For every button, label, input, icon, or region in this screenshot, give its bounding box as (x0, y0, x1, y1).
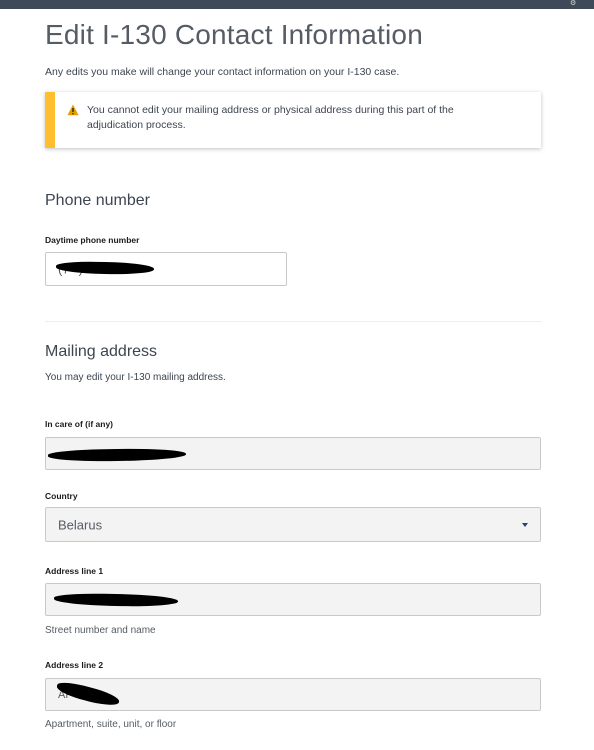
page-subtitle: Any edits you make will change your cont… (45, 66, 400, 78)
mailing-heading: Mailing address (45, 343, 158, 360)
alert-message: You cannot edit your mailing address or … (87, 104, 454, 131)
chevron-down-icon (522, 522, 528, 527)
address-line-2-label: Address line 2 (45, 660, 104, 670)
address-line-2-hint: Apartment, suite, unit, or floor (45, 719, 177, 730)
in-care-of-input[interactable] (45, 437, 541, 470)
country-value: Belarus (58, 517, 103, 532)
address-line-2-input[interactable]: AP (45, 678, 541, 711)
country-select[interactable]: Belarus (45, 507, 541, 542)
top-bar: ⚙ (0, 0, 594, 9)
mailing-description: You may edit your I-130 mailing address. (45, 372, 226, 383)
warning-icon (67, 104, 79, 116)
redaction-mark (53, 592, 179, 608)
page-title: Edit I-130 Contact Information (45, 19, 423, 50)
settings-icon: ⚙ (570, 0, 577, 7)
address-line-1-label: Address line 1 (45, 566, 104, 576)
in-care-of-label: In care of (if any) (45, 419, 114, 429)
phone-heading: Phone number (45, 192, 150, 209)
address-line-1-input[interactable] (45, 583, 541, 616)
country-label: Country (45, 491, 78, 501)
daytime-phone-input[interactable]: (7••) •••-•••8 (45, 252, 287, 286)
section-divider (45, 321, 542, 322)
warning-alert: You cannot edit your mailing address or … (45, 92, 541, 148)
redaction-mark (47, 447, 187, 463)
daytime-phone-label: Daytime phone number (45, 235, 140, 245)
address-line-1-hint: Street number and name (45, 625, 156, 636)
